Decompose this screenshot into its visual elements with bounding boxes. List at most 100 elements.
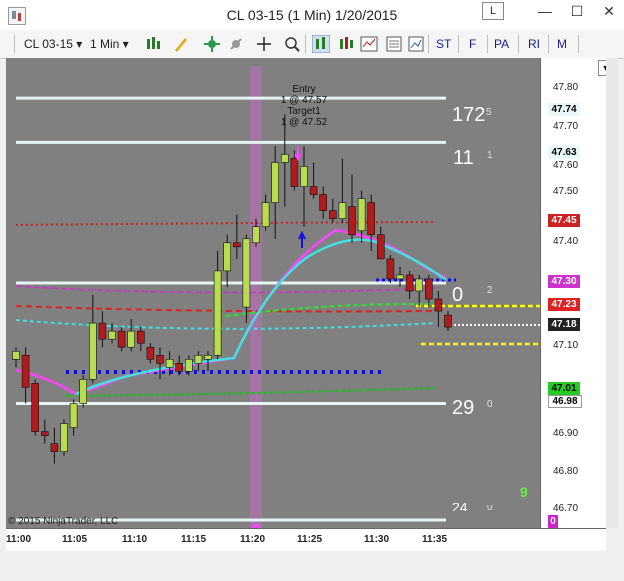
- entry-arrow-icon: [294, 146, 302, 161]
- vertical-scrollbar[interactable]: [606, 58, 618, 528]
- price-tick: 47.70: [553, 121, 579, 132]
- data-box-icon[interactable]: [385, 35, 403, 53]
- toolbar-button-f[interactable]: F: [469, 35, 476, 53]
- price-tick: 46.90: [553, 428, 579, 439]
- crosshair-icon[interactable]: [255, 35, 273, 53]
- candle-body: [444, 314, 452, 328]
- magenta-dashed-line: [15, 285, 437, 294]
- candle-body: [348, 206, 356, 236]
- price-tick: 47.50: [553, 186, 579, 197]
- price-marker: 47.45: [548, 214, 580, 227]
- candle-body: [396, 274, 404, 280]
- toolbar-button-m[interactable]: M: [557, 35, 567, 53]
- toolbar-grip: [14, 35, 15, 53]
- price-marker: 47.63: [548, 146, 580, 159]
- interval-selector[interactable]: 1 Min ▾: [90, 35, 129, 53]
- candle-body: [319, 194, 328, 211]
- ema-dashed-line: [15, 305, 437, 313]
- candle-body: [156, 354, 164, 364]
- zoom-icon[interactable]: [283, 35, 301, 53]
- minimize-button[interactable]: —: [530, 0, 560, 22]
- time-tick: 11:15: [181, 534, 207, 545]
- time-tick: 11:00: [6, 534, 32, 545]
- annotation-entry-label: Entry: [292, 84, 316, 95]
- draw-icon[interactable]: [172, 35, 190, 53]
- properties-icon[interactable]: [360, 35, 378, 53]
- candle-body: [242, 238, 251, 308]
- bar-count-label: 9: [520, 484, 528, 500]
- price-tick: 46.80: [553, 466, 579, 477]
- candle-body: [194, 354, 203, 364]
- candle-body: [31, 383, 40, 432]
- toolbar-separator: [428, 35, 429, 53]
- instrument-label: CL 03-15: [24, 37, 73, 51]
- level-label: 172: [452, 104, 486, 126]
- copyright-text: © 2015 NinjaTrader, LLC: [8, 516, 119, 527]
- interval-label: 1 Min: [90, 37, 120, 51]
- candle-body: [165, 358, 174, 368]
- indicators-icon[interactable]: [407, 35, 425, 53]
- candle-body: [280, 154, 289, 163]
- price-marker: 46.98: [548, 395, 582, 408]
- candle-body: [175, 362, 183, 372]
- instrument-selector[interactable]: CL 03-15 ▾: [24, 35, 82, 53]
- price-tick: 47.10: [553, 340, 579, 351]
- toolbar-separator: [305, 35, 306, 53]
- candle-body: [376, 234, 385, 260]
- level-label: 24: [452, 503, 468, 511]
- insert-icon[interactable]: [203, 35, 221, 53]
- candle-body: [89, 322, 97, 380]
- candle-body: [60, 423, 68, 452]
- remove-icon[interactable]: [227, 35, 245, 53]
- toolbar-separator: [578, 35, 579, 53]
- price-tick: 47.80: [553, 82, 579, 93]
- time-tick: 11:20: [240, 534, 266, 545]
- price-marker: 0: [548, 515, 558, 528]
- level-sublabel: 0: [487, 505, 493, 511]
- level-label: 11: [453, 147, 474, 169]
- candle-body: [405, 274, 414, 292]
- maximize-button[interactable]: ☐: [562, 0, 592, 22]
- level-sublabel: 1: [487, 150, 493, 161]
- candle-icon[interactable]: [337, 35, 355, 53]
- annotation-entry-price: 1 @ 47.57: [280, 95, 328, 106]
- candle-body: [117, 330, 126, 348]
- candle-body: [213, 270, 222, 356]
- candle-body: [252, 226, 260, 244]
- candle-body: [271, 162, 280, 203]
- toolbar-button-pa[interactable]: PA: [494, 35, 509, 53]
- time-axis[interactable]: 11:00 11:05 11:10 11:15 11:20 11:25 11:3…: [6, 528, 606, 551]
- time-tick: 11:30: [364, 534, 390, 545]
- candle-body: [204, 354, 212, 360]
- candle-body: [338, 202, 347, 219]
- cyan-dashed-line: [15, 319, 437, 330]
- price-tick: 47.60: [553, 160, 579, 171]
- toolbar-separator: [518, 35, 519, 53]
- price-tick: 46.70: [553, 503, 579, 514]
- toolbar-button-ri[interactable]: RI: [528, 35, 540, 53]
- annotation-target-label: Target1: [287, 106, 321, 117]
- candle-body: [357, 198, 366, 232]
- price-marker: 47.74: [548, 103, 580, 116]
- bar-type-icon[interactable]: [312, 35, 330, 53]
- level-sublabel: 2: [487, 285, 493, 296]
- candle-body: [434, 298, 443, 312]
- status-area: [0, 551, 624, 581]
- candle-body: [79, 379, 87, 404]
- candle-body: [261, 202, 270, 228]
- chart-style-icon[interactable]: [145, 35, 163, 53]
- candle-body: [137, 330, 145, 344]
- candle-body: [415, 278, 424, 292]
- candle-body: [424, 278, 433, 300]
- candle-body: [386, 258, 395, 280]
- time-tick: 11:10: [122, 534, 148, 545]
- link-button[interactable]: L: [482, 2, 504, 20]
- candle-body: [21, 354, 30, 388]
- chart-toolbar: CL 03-15 ▾ 1 Min ▾ ST F PA RI M: [0, 30, 624, 59]
- close-button[interactable]: ✕: [594, 0, 624, 22]
- candle-body: [367, 202, 376, 236]
- level-sublabel: 0: [487, 399, 493, 410]
- price-marker: 47.01: [548, 382, 580, 395]
- toolbar-button-st[interactable]: ST: [436, 35, 451, 53]
- candle-body: [146, 346, 155, 360]
